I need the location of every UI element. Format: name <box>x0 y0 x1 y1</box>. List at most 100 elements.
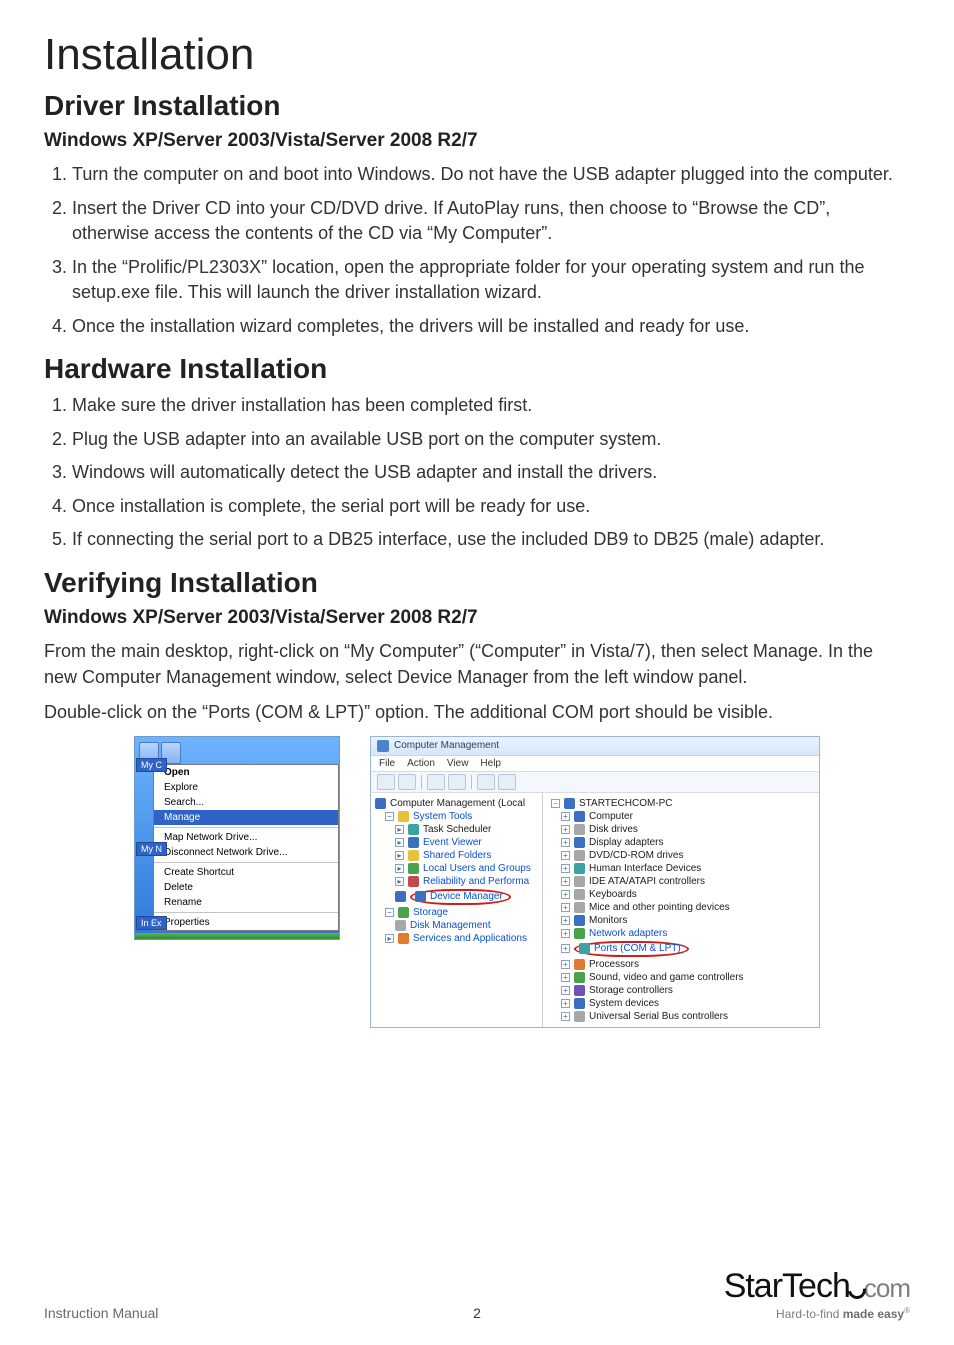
device-icon <box>574 850 585 861</box>
device-item[interactable]: +DVD/CD-ROM drives <box>551 849 815 862</box>
tree-item[interactable]: ▸Services and Applications <box>375 932 540 945</box>
tree-item[interactable]: −Storage <box>375 906 540 919</box>
tree-item[interactable]: −System Tools <box>375 810 540 823</box>
device-item[interactable]: +Display adapters <box>551 836 815 849</box>
device-item[interactable]: +Processors <box>551 958 815 971</box>
device-item[interactable]: +Monitors <box>551 914 815 927</box>
expand-icon[interactable]: + <box>561 890 570 899</box>
device-label: Mice and other pointing devices <box>589 902 730 913</box>
verify-subheading: Windows XP/Server 2003/Vista/Server 2008… <box>44 607 910 629</box>
ctx-item-disconnect-network-drive[interactable]: Disconnect Network Drive... <box>154 845 338 860</box>
tree-item[interactable]: Device Manager <box>375 888 540 906</box>
device-item[interactable]: + Mice and other pointing devices <box>551 901 815 914</box>
tree-item[interactable]: ▸Reliability and Performa <box>375 875 540 888</box>
toolbar-btn[interactable] <box>448 774 466 790</box>
tree-item[interactable]: ▸Shared Folders <box>375 849 540 862</box>
expand-icon[interactable]: ▸ <box>385 934 394 943</box>
device-item[interactable]: + Ports (COM & LPT) <box>551 940 815 958</box>
tree-item[interactable]: ▸Task Scheduler <box>375 823 540 836</box>
expand-icon[interactable]: + <box>561 944 570 953</box>
toolbar-btn[interactable] <box>498 774 516 790</box>
expand-icon[interactable]: + <box>561 973 570 982</box>
circled-highlight: Ports (COM & LPT) <box>574 941 689 957</box>
expand-icon[interactable]: + <box>561 916 570 925</box>
cm-menu-item[interactable]: File <box>379 758 395 769</box>
device-item[interactable]: +System devices <box>551 997 815 1010</box>
tree-icon <box>395 891 406 902</box>
device-item[interactable]: +Network adapters <box>551 927 815 940</box>
device-item[interactable]: + Keyboards <box>551 888 815 901</box>
ctx-item-open[interactable]: Open <box>154 765 338 780</box>
driver-step: Turn the computer on and boot into Windo… <box>72 162 910 188</box>
cm-device-list: − STARTECHCOM-PC+Computer+Disk drives+Dis… <box>543 793 819 1027</box>
driver-step: Insert the Driver CD into your CD/DVD dr… <box>72 196 910 247</box>
expand-icon[interactable]: ▸ <box>395 877 404 886</box>
ctx-item-explore[interactable]: Explore <box>154 780 338 795</box>
tree-icon <box>398 811 409 822</box>
device-label: Keyboards <box>589 889 637 900</box>
ctx-item-manage[interactable]: Manage <box>154 810 338 825</box>
device-item[interactable]: +IDE ATA/ATAPI controllers <box>551 875 815 888</box>
help-icon[interactable] <box>477 774 495 790</box>
tree-item[interactable]: ▸ Local Users and Groups <box>375 862 540 875</box>
driver-step: Once the installation wizard completes, … <box>72 314 910 340</box>
computer-management-screenshot: Computer Management File Action View Hel… <box>370 736 820 1028</box>
tree-item[interactable]: Disk Management <box>375 919 540 932</box>
ctx-item-properties[interactable]: Properties <box>154 915 338 930</box>
device-item[interactable]: +Disk drives <box>551 823 815 836</box>
logo-part: com <box>864 1273 910 1304</box>
tree-icon <box>408 876 419 887</box>
expand-icon[interactable]: ▸ <box>395 851 404 860</box>
cm-menu-item[interactable]: Help <box>480 758 501 769</box>
forward-icon[interactable] <box>398 774 416 790</box>
device-icon <box>574 863 585 874</box>
tree-item[interactable]: Computer Management (Local <box>375 797 540 810</box>
expand-icon[interactable]: + <box>561 999 570 1008</box>
expand-icon[interactable]: + <box>561 960 570 969</box>
ctx-item-delete[interactable]: Delete <box>154 880 338 895</box>
cm-menu-item[interactable]: View <box>447 758 469 769</box>
device-item[interactable]: +Computer <box>551 810 815 823</box>
back-icon[interactable] <box>377 774 395 790</box>
device-label: STARTECHCOM-PC <box>579 798 673 809</box>
expand-icon[interactable]: + <box>561 1012 570 1021</box>
expand-icon[interactable]: + <box>561 838 570 847</box>
hardware-step: Plug the USB adapter into an available U… <box>72 427 910 453</box>
expand-icon[interactable]: + <box>561 864 570 873</box>
toolbar-btn[interactable] <box>427 774 445 790</box>
expand-icon[interactable]: + <box>561 929 570 938</box>
tree-icon <box>398 907 409 918</box>
expand-icon[interactable]: + <box>561 986 570 995</box>
tree-item[interactable]: ▸Event Viewer <box>375 836 540 849</box>
expand-icon[interactable]: ▸ <box>395 838 404 847</box>
tree-label: Local Users and Groups <box>423 863 531 874</box>
expand-icon[interactable]: ▸ <box>395 825 404 834</box>
expand-icon[interactable]: − <box>551 799 560 808</box>
device-item[interactable]: +Human Interface Devices <box>551 862 815 875</box>
expand-icon[interactable]: + <box>561 812 570 821</box>
device-item[interactable]: + Sound, video and game controllers <box>551 971 815 984</box>
tree-label: Device Manager <box>430 891 503 902</box>
ctx-item-create-shortcut[interactable]: Create Shortcut <box>154 865 338 880</box>
tree-icon <box>415 891 426 902</box>
device-item[interactable]: +Universal Serial Bus controllers <box>551 1010 815 1023</box>
device-item[interactable]: +Storage controllers <box>551 984 815 997</box>
expand-icon[interactable]: + <box>561 903 570 912</box>
ctx-item-search[interactable]: Search... <box>154 795 338 810</box>
ctx-item-map-network-drive[interactable]: Map Network Drive... <box>154 830 338 845</box>
expand-icon[interactable]: ▸ <box>395 864 404 873</box>
device-icon <box>574 902 585 913</box>
device-icon <box>574 985 585 996</box>
device-item[interactable]: − STARTECHCOM-PC <box>551 797 815 810</box>
expand-icon[interactable]: + <box>561 851 570 860</box>
hardware-step: If connecting the serial port to a DB25 … <box>72 527 910 553</box>
cm-menu-item[interactable]: Action <box>407 758 435 769</box>
device-label: Sound, video and game controllers <box>589 972 744 983</box>
expand-icon[interactable]: − <box>385 812 394 821</box>
expand-icon[interactable]: − <box>385 908 394 917</box>
context-menu: OpenExploreSearch...Manage Map Network Dr… <box>153 764 339 931</box>
ctx-item-rename[interactable]: Rename <box>154 895 338 910</box>
driver-steps: Turn the computer on and boot into Windo… <box>44 162 910 339</box>
expand-icon[interactable]: + <box>561 825 570 834</box>
expand-icon[interactable]: + <box>561 877 570 886</box>
